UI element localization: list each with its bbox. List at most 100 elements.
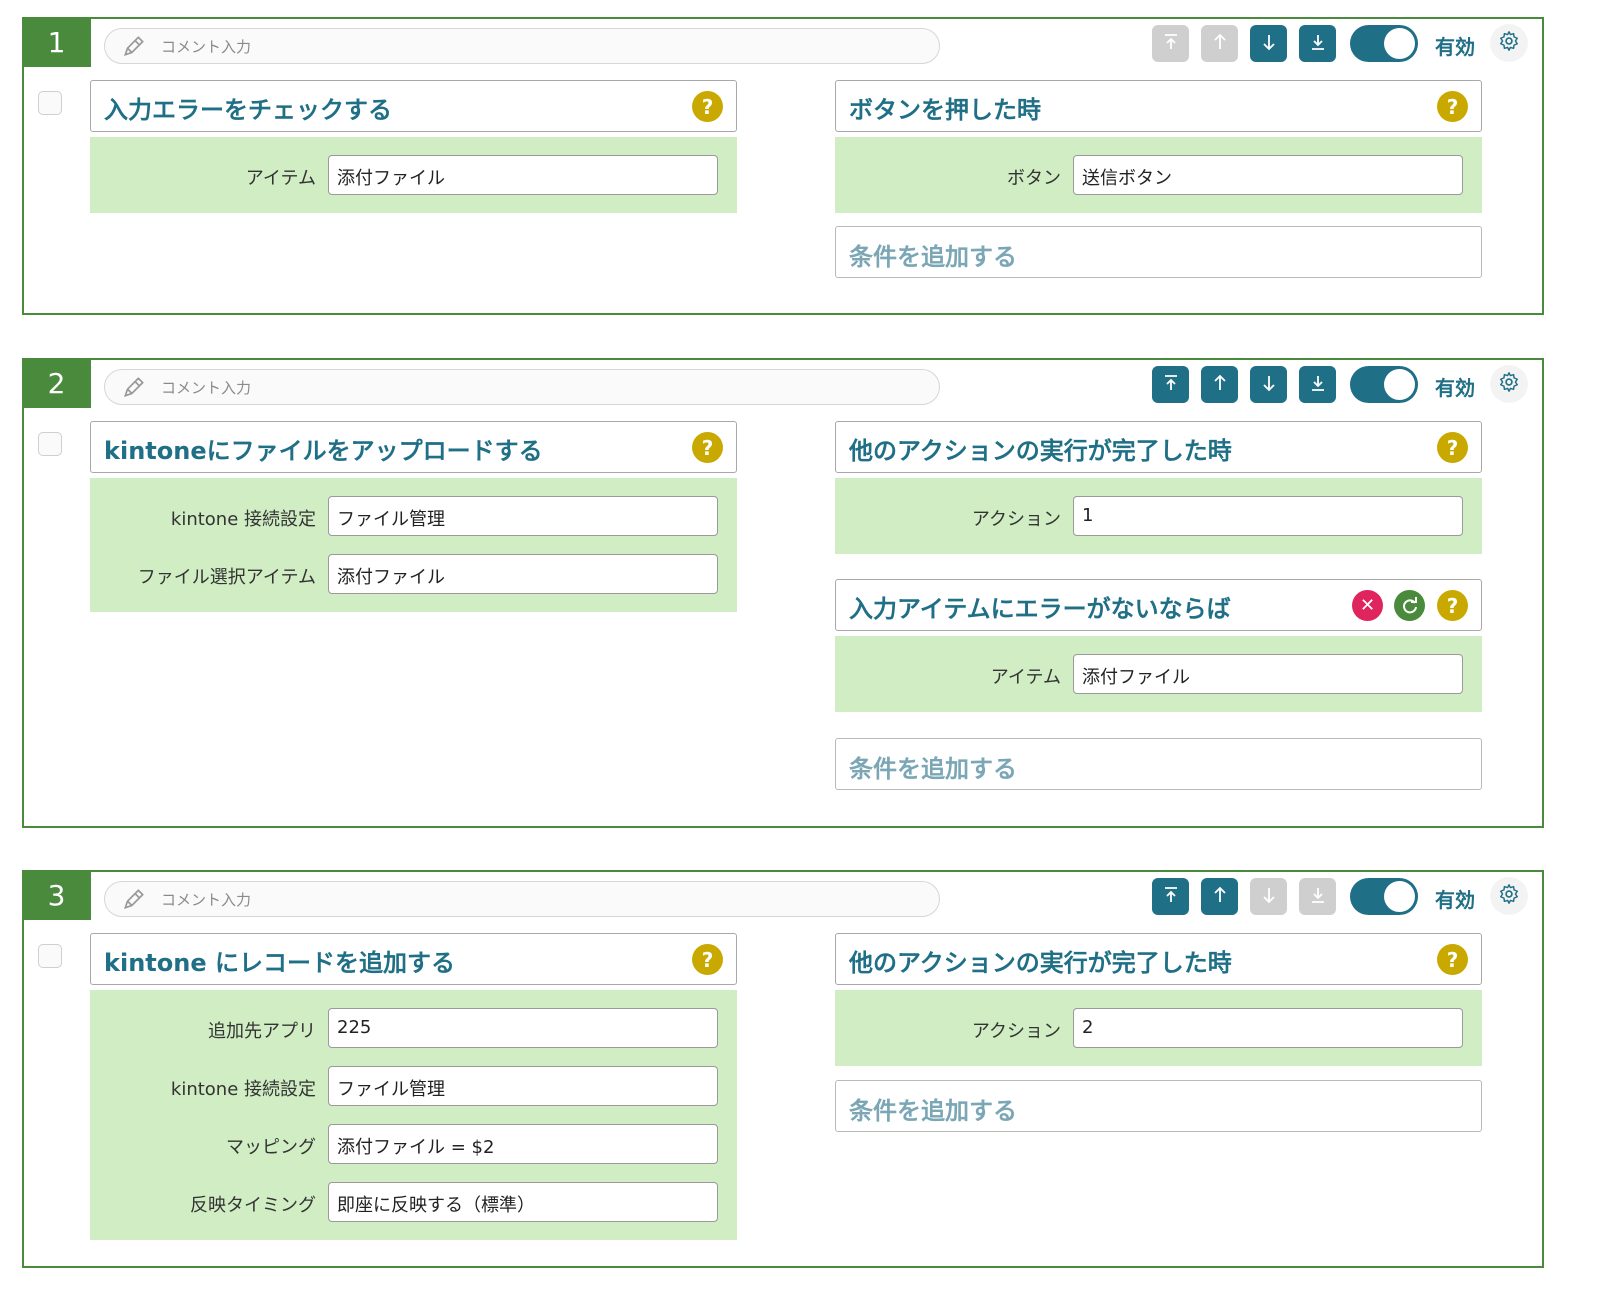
select-checkbox[interactable] bbox=[38, 91, 62, 115]
help-icon[interactable]: ? bbox=[692, 432, 723, 463]
field-row: kintone 接続設定 ファイル管理 bbox=[90, 1066, 737, 1106]
move-up-button[interactable] bbox=[1201, 25, 1238, 62]
field-row: 追加先アプリ 225 bbox=[90, 1008, 737, 1048]
help-icon[interactable]: ? bbox=[1437, 944, 1468, 975]
rule-number: 3 bbox=[22, 870, 91, 920]
close-icon[interactable]: ✕ bbox=[1352, 590, 1383, 621]
enable-toggle[interactable] bbox=[1350, 25, 1418, 62]
move-up-button[interactable] bbox=[1201, 878, 1238, 915]
action-title: 入力エラーをチェックする bbox=[104, 96, 392, 124]
move-up-icon bbox=[1210, 373, 1230, 397]
toggle-knob bbox=[1384, 369, 1415, 400]
move-bottom-icon bbox=[1308, 885, 1328, 909]
rule-number: 1 bbox=[22, 17, 91, 67]
field-input[interactable]: ファイル管理 bbox=[328, 496, 718, 536]
field-input[interactable]: 2 bbox=[1073, 1008, 1463, 1048]
move-down-button[interactable] bbox=[1250, 366, 1287, 403]
settings-button[interactable] bbox=[1490, 24, 1528, 62]
settings-button[interactable] bbox=[1490, 365, 1528, 403]
field-row: ボタン 送信ボタン bbox=[835, 155, 1482, 195]
move-bottom-icon bbox=[1308, 32, 1328, 56]
condition-card: 他のアクションの実行が完了した時 ? bbox=[835, 933, 1482, 985]
add-condition-button[interactable]: 条件を追加する bbox=[835, 738, 1482, 790]
move-down-button[interactable] bbox=[1250, 25, 1287, 62]
rule-block-3: 3 コメント入力 有効 kintone にレコードを追加する ? 追加先アプリ … bbox=[22, 870, 1544, 1268]
field-input[interactable]: 添付ファイル bbox=[328, 554, 718, 594]
select-checkbox[interactable] bbox=[38, 944, 62, 968]
toggle-knob bbox=[1384, 881, 1415, 912]
add-condition-label: 条件を追加する bbox=[849, 243, 1017, 271]
action-title: kintoneにファイルをアップロードする bbox=[104, 437, 543, 465]
field-row: アイテム 添付ファイル bbox=[90, 155, 737, 195]
settings-button[interactable] bbox=[1490, 877, 1528, 915]
move-top-button[interactable] bbox=[1152, 366, 1189, 403]
move-bottom-button[interactable] bbox=[1299, 366, 1336, 403]
field-row: ファイル選択アイテム 添付ファイル bbox=[90, 554, 737, 594]
condition-title: 他のアクションの実行が完了した時 bbox=[849, 437, 1232, 465]
field-label: kintone 接続設定 bbox=[170, 509, 316, 530]
field-input[interactable]: 即座に反映する（標準） bbox=[328, 1182, 718, 1222]
move-bottom-icon bbox=[1308, 373, 1328, 397]
condition-card: ボタンを押した時 ? bbox=[835, 80, 1482, 132]
comment-input[interactable]: コメント入力 bbox=[104, 28, 940, 64]
field-input[interactable]: 添付ファイル bbox=[328, 155, 718, 195]
field-label: kintone 接続設定 bbox=[170, 1079, 316, 1100]
gear-icon bbox=[1498, 30, 1520, 56]
field-label: アクション bbox=[971, 509, 1061, 530]
select-checkbox[interactable] bbox=[38, 432, 62, 456]
action-card: 入力エラーをチェックする ? bbox=[90, 80, 737, 132]
field-label: アクション bbox=[971, 1021, 1061, 1042]
enable-toggle[interactable] bbox=[1350, 366, 1418, 403]
pencil-icon bbox=[121, 886, 147, 912]
move-bottom-button[interactable] bbox=[1299, 25, 1336, 62]
action-panel: kintone 接続設定 ファイル管理 ファイル選択アイテム 添付ファイル bbox=[90, 478, 737, 612]
rule-block-2: 2 コメント入力 有効 kintoneにファイルをアップロードする ? kint… bbox=[22, 358, 1544, 828]
help-icon[interactable]: ? bbox=[1437, 91, 1468, 122]
help-icon[interactable]: ? bbox=[1437, 432, 1468, 463]
field-input[interactable]: 225 bbox=[328, 1008, 718, 1048]
move-top-icon bbox=[1161, 32, 1181, 56]
comment-input[interactable]: コメント入力 bbox=[104, 369, 940, 405]
field-input[interactable]: 送信ボタン bbox=[1073, 155, 1463, 195]
condition-title: 他のアクションの実行が完了した時 bbox=[849, 949, 1232, 977]
valid-label: 有効 bbox=[1435, 376, 1475, 400]
valid-label: 有効 bbox=[1435, 888, 1475, 912]
enable-toggle[interactable] bbox=[1350, 878, 1418, 915]
move-up-button[interactable] bbox=[1201, 366, 1238, 403]
condition-panel: ボタン 送信ボタン bbox=[835, 137, 1482, 213]
field-input[interactable]: ファイル管理 bbox=[328, 1066, 718, 1106]
help-icon[interactable]: ? bbox=[692, 944, 723, 975]
field-input[interactable]: 添付ファイル = $2 bbox=[328, 1124, 718, 1164]
add-condition-button[interactable]: 条件を追加する bbox=[835, 1080, 1482, 1132]
field-input[interactable]: 添付ファイル bbox=[1073, 654, 1463, 694]
add-condition-label: 条件を追加する bbox=[849, 755, 1017, 783]
add-condition-button[interactable]: 条件を追加する bbox=[835, 226, 1482, 278]
comment-placeholder: コメント入力 bbox=[161, 378, 252, 397]
move-top-button[interactable] bbox=[1152, 878, 1189, 915]
condition-card: 入力アイテムにエラーがないならば ✕ ? bbox=[835, 579, 1482, 631]
move-top-button[interactable] bbox=[1152, 25, 1189, 62]
valid-label: 有効 bbox=[1435, 35, 1475, 59]
field-input[interactable]: 1 bbox=[1073, 496, 1463, 536]
field-row: マッピング 添付ファイル = $2 bbox=[90, 1124, 737, 1164]
move-top-icon bbox=[1161, 373, 1181, 397]
field-label: マッピング bbox=[226, 1137, 316, 1158]
rule-block-1: 1 コメント入力 有効 入力エラーをチェックする ? アイテム 添付ファイル ボ… bbox=[22, 17, 1544, 315]
field-label: アイテム bbox=[990, 667, 1061, 688]
move-down-button[interactable] bbox=[1250, 878, 1287, 915]
condition-panel: アイテム 添付ファイル bbox=[835, 636, 1482, 712]
help-icon[interactable]: ? bbox=[1437, 590, 1468, 621]
move-bottom-button[interactable] bbox=[1299, 878, 1336, 915]
action-panel: 追加先アプリ 225 kintone 接続設定 ファイル管理 マッピング 添付フ… bbox=[90, 990, 737, 1240]
gear-icon bbox=[1498, 371, 1520, 397]
action-title: kintone にレコードを追加する bbox=[104, 949, 455, 977]
field-row: kintone 接続設定 ファイル管理 bbox=[90, 496, 737, 536]
help-icon[interactable]: ? bbox=[692, 91, 723, 122]
refresh-icon[interactable] bbox=[1394, 590, 1425, 621]
condition-panel: アクション 1 bbox=[835, 478, 1482, 554]
field-label: ファイル選択アイテム bbox=[137, 567, 316, 588]
field-label: ボタン bbox=[1007, 168, 1061, 189]
comment-input[interactable]: コメント入力 bbox=[104, 881, 940, 917]
toggle-knob bbox=[1384, 28, 1415, 59]
field-row: アクション 1 bbox=[835, 496, 1482, 536]
